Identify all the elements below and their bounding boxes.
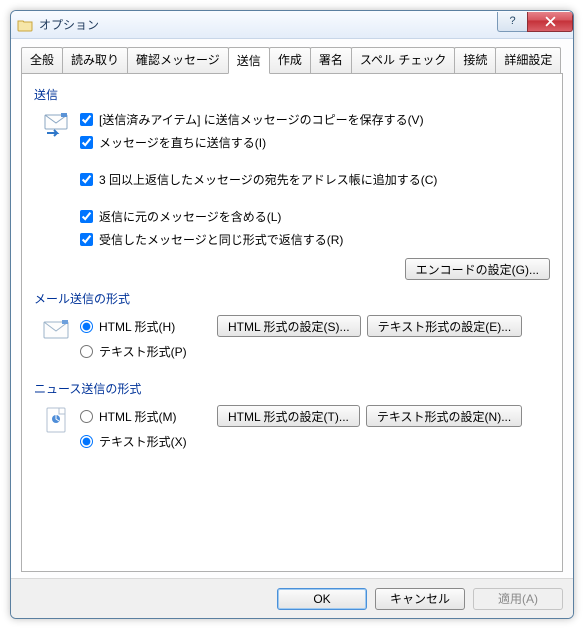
news-text-settings-button[interactable]: テキスト形式の設定(N)... [366, 405, 522, 427]
radio-mail-html-label: HTML 形式(H) [99, 318, 209, 335]
envelope-send-icon [41, 111, 73, 254]
options-dialog: オプション ? 全般 読み取り 確認メッセージ 送信 作成 署名 スペル チェッ… [10, 10, 574, 619]
checkbox-include-original-label: 返信に元のメッセージを含める(L) [99, 208, 281, 225]
mail-html-settings-button[interactable]: HTML 形式の設定(S)... [217, 315, 361, 337]
mail-text-settings-button[interactable]: テキスト形式の設定(E)... [367, 315, 523, 337]
news-page-icon [41, 405, 73, 456]
tab-send[interactable]: 送信 [228, 47, 270, 74]
checkbox-send-now-input[interactable] [80, 136, 93, 149]
checkbox-send-now-label: メッセージを直ちに送信する(I) [99, 134, 266, 151]
tab-panel-send: 送信 [送信済みアイテム] に送信メッセージ [21, 74, 563, 572]
checkbox-add-address[interactable]: 3 回以上返信したメッセージの宛先をアドレス帳に追加する(C) [80, 171, 550, 188]
radio-news-html[interactable] [80, 410, 93, 423]
checkbox-same-format[interactable]: 受信したメッセージと同じ形式で返信する(R) [80, 231, 550, 248]
window-title: オプション [39, 16, 497, 33]
checkbox-same-format-label: 受信したメッセージと同じ形式で返信する(R) [99, 231, 343, 248]
ok-button[interactable]: OK [277, 588, 367, 610]
envelope-icon [41, 315, 73, 366]
radio-mail-text[interactable] [80, 345, 93, 358]
section-mail-format-heading: メール送信の形式 [34, 290, 550, 307]
folder-icon [17, 17, 33, 33]
close-button[interactable] [527, 12, 573, 32]
tab-advanced[interactable]: 詳細設定 [495, 47, 561, 73]
checkbox-same-format-input[interactable] [80, 233, 93, 246]
radio-mail-text-label: テキスト形式(P) [99, 343, 209, 360]
checkbox-send-now[interactable]: メッセージを直ちに送信する(I) [80, 134, 550, 151]
tabstrip: 全般 読み取り 確認メッセージ 送信 作成 署名 スペル チェック 接続 詳細設… [21, 47, 563, 74]
encoding-settings-button[interactable]: エンコードの設定(G)... [405, 258, 550, 280]
help-button[interactable]: ? [497, 12, 527, 32]
radio-mail-html[interactable] [80, 320, 93, 333]
tab-connection[interactable]: 接続 [454, 47, 496, 73]
news-html-settings-button[interactable]: HTML 形式の設定(T)... [217, 405, 360, 427]
section-send-heading: 送信 [34, 86, 550, 103]
tab-spelling[interactable]: スペル チェック [351, 47, 456, 73]
section-news-format-heading: ニュース送信の形式 [34, 380, 550, 397]
tab-compose[interactable]: 作成 [269, 47, 311, 73]
checkbox-include-original-input[interactable] [80, 210, 93, 223]
radio-news-text[interactable] [80, 435, 93, 448]
tab-general[interactable]: 全般 [21, 47, 63, 73]
apply-button[interactable]: 適用(A) [473, 588, 563, 610]
checkbox-add-address-input[interactable] [80, 173, 93, 186]
cancel-button[interactable]: キャンセル [375, 588, 465, 610]
dialog-footer: OK キャンセル 適用(A) [11, 578, 573, 618]
tab-receipts[interactable]: 確認メッセージ [127, 47, 229, 73]
checkbox-save-copy[interactable]: [送信済みアイテム] に送信メッセージのコピーを保存する(V) [80, 111, 550, 128]
checkbox-save-copy-label: [送信済みアイテム] に送信メッセージのコピーを保存する(V) [99, 111, 424, 128]
checkbox-add-address-label: 3 回以上返信したメッセージの宛先をアドレス帳に追加する(C) [99, 171, 437, 188]
radio-news-html-label: HTML 形式(M) [99, 408, 209, 425]
tab-read[interactable]: 読み取り [62, 47, 128, 73]
tab-signatures[interactable]: 署名 [310, 47, 352, 73]
checkbox-save-copy-input[interactable] [80, 113, 93, 126]
radio-news-text-label: テキスト形式(X) [99, 433, 209, 450]
titlebar: オプション ? [11, 11, 573, 39]
checkbox-include-original[interactable]: 返信に元のメッセージを含める(L) [80, 208, 550, 225]
